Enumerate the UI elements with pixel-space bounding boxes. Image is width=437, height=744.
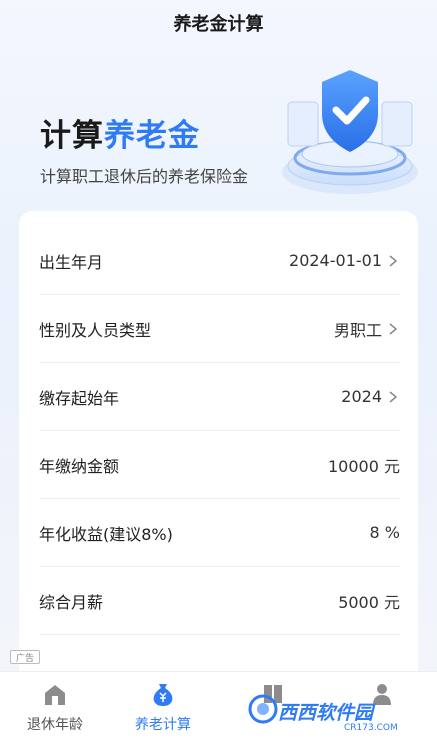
house-icon: [45, 685, 65, 705]
form-row-label: 出生年月: [39, 252, 104, 272]
annual-payment-input[interactable]: 10000 元: [328, 453, 400, 477]
tab-retirement-age[interactable]: 退休年龄: [10, 680, 100, 740]
chevron-right-icon: [389, 254, 398, 267]
form-row-gender-type[interactable]: 性别及人员类型 男职工: [39, 295, 400, 363]
tab-label: 退休年龄: [27, 717, 83, 733]
tab-pension-calc[interactable]: 养老计算: [118, 680, 208, 740]
ad-badge: 广告: [10, 650, 40, 664]
hero-title-part2: 养老金: [104, 118, 200, 154]
form-row-label: 缴存起始年: [39, 388, 120, 408]
form-row-label: 年缴纳金额: [39, 456, 120, 476]
hero-subtitle: 计算职工退休后的养老保险金: [40, 167, 249, 186]
monthly-salary-input[interactable]: 5000 元: [338, 589, 400, 613]
shield-illustration: [282, 70, 418, 194]
pension-form-card: 出生年月 2024-01-01 性别及人员类型 男职工 缴存起始年 2024 年…: [19, 211, 418, 681]
tab-label: 养老计算: [135, 717, 191, 733]
chevron-right-icon: [389, 322, 398, 335]
annual-return-input[interactable]: 8 %: [370, 523, 400, 542]
form-row-annual-payment[interactable]: 年缴纳金额 10000 元: [39, 431, 400, 499]
watermark-text: 西西软件园: [278, 702, 374, 724]
watermark-logo: 西西软件园 CR173.COM: [248, 690, 423, 740]
form-row-birth-date[interactable]: 出生年月 2024-01-01: [39, 227, 400, 295]
watermark-subtext: CR173.COM: [344, 723, 398, 733]
app-header: 养老金计算: [0, 0, 437, 46]
hero-title: 计算养老金: [40, 110, 200, 155]
chevron-right-icon: [389, 390, 398, 403]
form-row-value: 2024: [341, 387, 382, 406]
watermark-icon: [248, 694, 278, 724]
form-row-value: 2024-01-01: [289, 251, 382, 270]
form-row-label: 性别及人员类型: [39, 320, 152, 340]
page-title: 养老金计算: [173, 14, 264, 35]
form-row-annual-return[interactable]: 年化收益(建议8%) 8 %: [39, 499, 400, 567]
hero-title-part1: 计算: [40, 118, 104, 154]
form-row-value: 男职工: [333, 320, 382, 340]
form-row-monthly-salary[interactable]: 综合月薪 5000 元: [39, 567, 400, 635]
money-bag-icon: [153, 684, 173, 706]
form-row-start-year[interactable]: 缴存起始年 2024: [39, 363, 400, 431]
form-row-label: 综合月薪: [39, 592, 104, 612]
form-row-label: 年化收益(建议8%): [39, 524, 173, 544]
